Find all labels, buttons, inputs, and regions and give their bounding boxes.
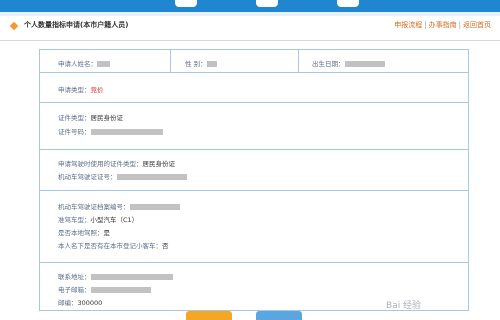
id-type-label: 证件类型： [58, 114, 91, 122]
column-divider [170, 50, 171, 72]
license-id-type-row: 申请驾驶时使用的证件类型：居民身份证 [58, 158, 175, 168]
apply-type-row: 申请类型：竞价 [58, 84, 104, 94]
page-header: 个人数量指标申请(本市户籍人员) 申报流程 | 办事指南 | 返回首页 [0, 16, 500, 41]
vehicle-type-value: 小型汽车（C1） [90, 216, 139, 224]
registered-car-row: 本人名下是否有在本市登记小客车：否 [58, 240, 169, 250]
postcode-row: 邮编：300000 [58, 297, 102, 307]
nav-tab-icon[interactable] [337, 0, 359, 7]
name-label: 申请人姓名： [58, 60, 97, 68]
address-label: 联系地址： [58, 273, 91, 281]
email-row: 电子邮箱： [58, 284, 151, 294]
birth-label: 出生日期： [312, 60, 345, 68]
address-row: 联系地址： [58, 271, 173, 281]
id-section: 证件类型：居民身份证 证件号码： [40, 102, 468, 150]
nav-tab-icon[interactable] [175, 0, 197, 7]
email-label: 电子邮箱： [58, 286, 91, 294]
address-redacted [90, 274, 173, 280]
vehicle-type-label: 准驾车型： [58, 216, 91, 224]
license-file-redacted [129, 204, 180, 210]
page-title: 个人数量指标申请(本市户籍人员) [24, 21, 129, 29]
vehicle-section: 机动车驾驶证档案编号： 准驾车型：小型汽车（C1） 是否本地驾照：是 本人名下是… [40, 190, 468, 263]
local-license-value: 是 [103, 229, 111, 237]
back-button[interactable] [256, 311, 302, 320]
vehicle-type-row: 准驾车型：小型汽车（C1） [58, 214, 138, 224]
column-divider [298, 50, 299, 72]
email-redacted [90, 287, 151, 293]
apply-type-section: 申请类型：竞价 [40, 72, 468, 103]
license-file-label: 机动车驾驶证档案编号： [58, 203, 130, 211]
id-type-value: 居民身份证 [90, 114, 124, 122]
id-number-label: 证件号码： [58, 128, 91, 136]
local-license-label: 是否本地驾照： [58, 229, 104, 237]
name-row: 申请人姓名： [58, 58, 110, 68]
license-number-redacted [116, 174, 187, 180]
personal-info-section: 申请人姓名： 性 别： 出生日期： [40, 50, 468, 73]
gender-label: 性 别： [185, 60, 207, 68]
nav-tab-icon[interactable] [256, 0, 278, 7]
top-nav-bar [0, 0, 500, 12]
apply-type-value: 竞价 [90, 86, 104, 94]
license-number-label: 机动车驾驶证证号： [58, 173, 117, 181]
apply-type-label: 申请类型： [58, 86, 91, 94]
postcode-value: 300000 [77, 299, 103, 307]
application-form: 申请人姓名： 性 别： 出生日期： 申请类型：竞价 证件类型：居民身份证 证件号… [39, 49, 469, 311]
local-license-row: 是否本地驾照：是 [58, 227, 110, 237]
name-redacted [97, 61, 110, 67]
watermark: Bai 经验 [386, 301, 422, 311]
license-id-type-value: 居民身份证 [142, 160, 176, 168]
registered-car-value: 否 [162, 242, 169, 250]
process-link[interactable]: 申报流程 [394, 21, 422, 29]
license-section: 申请驾驶时使用的证件类型：居民身份证 机动车驾驶证证号： [40, 149, 468, 191]
birth-redacted [344, 61, 385, 67]
registered-car-label: 本人名下是否有在本市登记小客车： [58, 242, 162, 250]
license-file-row: 机动车驾驶证档案编号： [58, 201, 180, 211]
birth-row: 出生日期： [312, 58, 385, 68]
guide-link[interactable]: 办事指南 [429, 21, 457, 29]
license-number-row: 机动车驾驶证证号： [58, 171, 187, 181]
id-number-row: 证件号码： [58, 126, 163, 136]
header-links: 申报流程 | 办事指南 | 返回首页 [394, 21, 491, 29]
home-link[interactable]: 返回首页 [463, 21, 491, 29]
postcode-label: 邮编： [58, 299, 78, 307]
diamond-bullet-icon [9, 21, 19, 31]
submit-button[interactable] [186, 311, 232, 320]
id-type-row: 证件类型：居民身份证 [58, 112, 123, 122]
gender-redacted [206, 61, 217, 67]
gender-row: 性 别： [185, 58, 217, 68]
id-number-redacted [90, 129, 163, 135]
license-id-type-label: 申请驾驶时使用的证件类型： [58, 160, 143, 168]
